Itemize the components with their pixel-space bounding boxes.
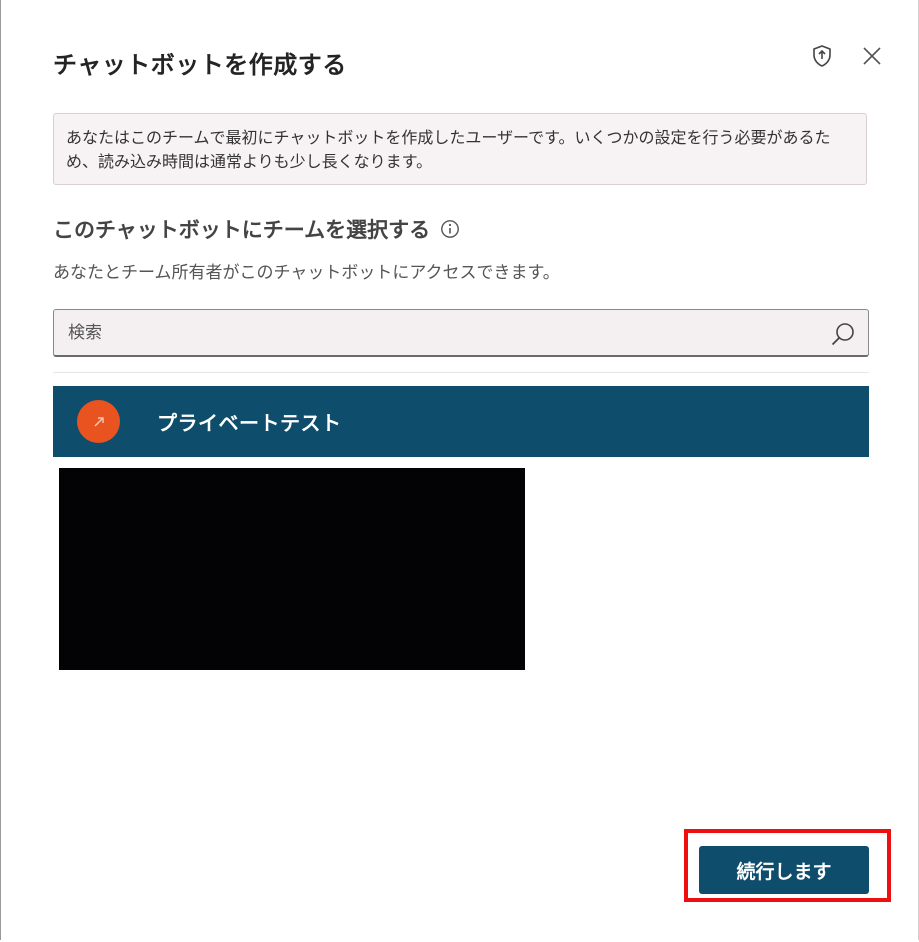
section-subtitle: あなたとチーム所有者がこのチャットボットにアクセスできます。: [53, 263, 560, 283]
team-search-box: [53, 309, 869, 357]
select-team-heading: このチャットボットにチームを選択する: [53, 214, 460, 244]
shield-icon[interactable]: [808, 42, 836, 70]
list-divider: [53, 372, 869, 373]
section-title-text: このチャットボットにチームを選択する: [53, 218, 431, 242]
redacted-area: [59, 468, 525, 670]
continue-button[interactable]: 続行します: [699, 846, 869, 894]
team-avatar: [77, 400, 120, 443]
first-user-notice: あなたはこのチームで最初にチャットボットを作成したユーザーです。いくつかの設定を…: [53, 113, 867, 185]
close-icon: [863, 47, 881, 65]
create-chatbot-dialog: チャットボットを作成する あなたはこのチームで最初にチャットボットを作成したユー…: [0, 0, 919, 940]
close-button[interactable]: [858, 42, 886, 70]
team-label: プライベートテスト: [157, 411, 342, 435]
team-item-private-test[interactable]: プライベートテスト: [53, 386, 869, 457]
dialog-title: チャットボットを作成する: [53, 51, 347, 79]
info-icon[interactable]: [440, 219, 460, 239]
search-icon[interactable]: [830, 321, 856, 351]
search-input[interactable]: [66, 310, 820, 356]
